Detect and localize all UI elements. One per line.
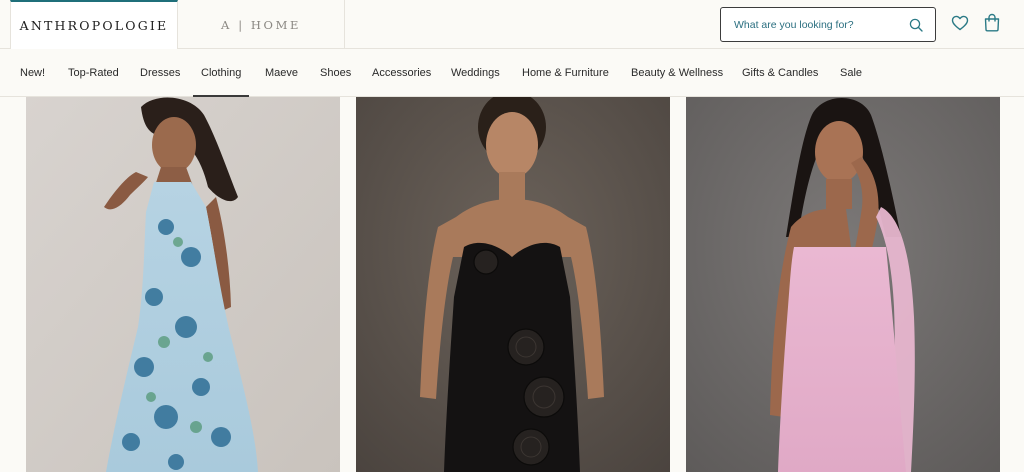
nav-item-new[interactable]: New!	[20, 49, 45, 97]
search-input[interactable]	[732, 17, 902, 32]
product-card-1[interactable]	[26, 97, 340, 472]
heart-icon[interactable]	[951, 14, 969, 32]
product-image-1[interactable]	[26, 97, 340, 472]
site-header: ANTHROPOLOGIE A | HOME	[0, 0, 1024, 49]
nav-item-sale[interactable]: Sale	[840, 49, 862, 97]
nav-item-clothing[interactable]: Clothing	[192, 49, 250, 97]
nav-item-weddings[interactable]: Weddings	[451, 49, 500, 97]
shopping-bag-icon[interactable]	[983, 13, 1001, 32]
product-image-2[interactable]	[356, 97, 670, 472]
brand-tab-anthropologie[interactable]: ANTHROPOLOGIE	[10, 0, 178, 49]
nav-item-top-rated[interactable]: Top-Rated	[68, 49, 119, 97]
product-card-3[interactable]	[686, 97, 1000, 472]
nav-item-shoes[interactable]: Shoes	[320, 49, 351, 97]
home-logo: A | HOME	[221, 17, 301, 32]
nav-item-accessories[interactable]: Accessories	[372, 49, 431, 97]
category-nav: New! Top-Rated Dresses Clothing Maeve Sh…	[0, 49, 1024, 97]
nav-item-dresses[interactable]: Dresses	[140, 49, 180, 97]
nav-item-gifts-candles[interactable]: Gifts & Candles	[742, 49, 818, 97]
search-icon[interactable]	[909, 18, 923, 32]
product-card-2[interactable]	[356, 97, 670, 472]
brand-tab-home[interactable]: A | HOME	[178, 0, 345, 49]
nav-item-beauty-wellness[interactable]: Beauty & Wellness	[631, 49, 723, 97]
nav-item-maeve[interactable]: Maeve	[265, 49, 298, 97]
brand-logo: ANTHROPOLOGIE	[19, 18, 169, 33]
product-grid	[0, 97, 1024, 472]
search-box[interactable]	[720, 7, 936, 42]
nav-item-home-furniture[interactable]: Home & Furniture	[522, 49, 609, 97]
product-image-3[interactable]	[686, 97, 1000, 472]
